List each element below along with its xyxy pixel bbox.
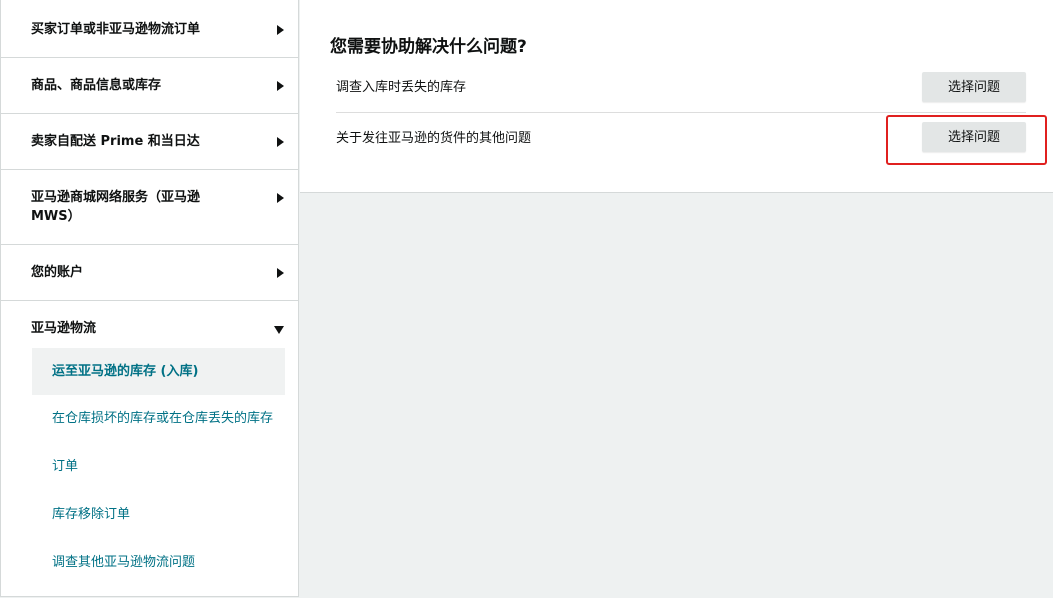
sidebar-subitem-damaged-lost[interactable]: 在仓库损坏的库存或在仓库丢失的库存 (32, 395, 285, 443)
chevron-right-icon (277, 81, 284, 91)
chevron-right-icon (277, 193, 284, 203)
sidebar-category-label: 您的账户 (31, 265, 84, 280)
sidebar-category-products[interactable]: 商品、商品信息或库存 (1, 58, 298, 114)
sidebar-subitem-removal-orders[interactable]: 库存移除订单 (32, 491, 285, 539)
chevron-right-icon (277, 268, 284, 278)
chevron-right-icon (277, 25, 284, 35)
sidebar-category-mws[interactable]: 亚马逊商城网络服务（亚马逊 MWS） (1, 170, 298, 245)
sidebar-category-seller-fulfilled-prime[interactable]: 卖家自配送 Prime 和当日达 (1, 114, 298, 170)
chevron-right-icon (277, 137, 284, 147)
select-issue-button[interactable]: 选择问题 (922, 122, 1026, 152)
issue-text: 关于发往亚马逊的货件的其他问题 (336, 131, 532, 146)
sidebar-nav: 买家订单或非亚马逊物流订单 商品、商品信息或库存 卖家自配送 Prime 和当日… (0, 0, 299, 597)
sidebar-subitem-other-fba[interactable]: 调查其他亚马逊物流问题 (32, 539, 285, 587)
sidebar-category-label: 亚马逊商城网络服务（亚马逊 MWS） (31, 190, 201, 224)
chevron-down-icon (274, 326, 284, 334)
sidebar-category-label: 亚马逊物流 (31, 321, 97, 336)
sidebar-category-label: 卖家自配送 Prime 和当日达 (31, 134, 200, 149)
issue-row: 调查入库时丢失的库存 选择问题 (336, 64, 1026, 113)
sidebar-category-account[interactable]: 您的账户 (1, 245, 298, 301)
issue-row: 关于发往亚马逊的货件的其他问题 选择问题 (336, 113, 1026, 161)
page-title: 您需要协助解决什么问题? (330, 37, 527, 57)
sidebar-category-label: 买家订单或非亚马逊物流订单 (31, 22, 201, 37)
sidebar-subitem-orders[interactable]: 订单 (32, 443, 285, 491)
help-issue-panel: 您需要协助解决什么问题? 调查入库时丢失的库存 选择问题 关于发往亚马逊的货件的… (300, 0, 1053, 193)
sidebar-category-label: 商品、商品信息或库存 (31, 78, 162, 93)
select-issue-button[interactable]: 选择问题 (922, 72, 1026, 102)
issue-text: 调查入库时丢失的库存 (336, 80, 467, 95)
sidebar-category-buyer-orders[interactable]: 买家订单或非亚马逊物流订单 (1, 0, 298, 58)
sidebar-subitem-inbound[interactable]: 运至亚马逊的库存 (入库) (32, 348, 285, 395)
